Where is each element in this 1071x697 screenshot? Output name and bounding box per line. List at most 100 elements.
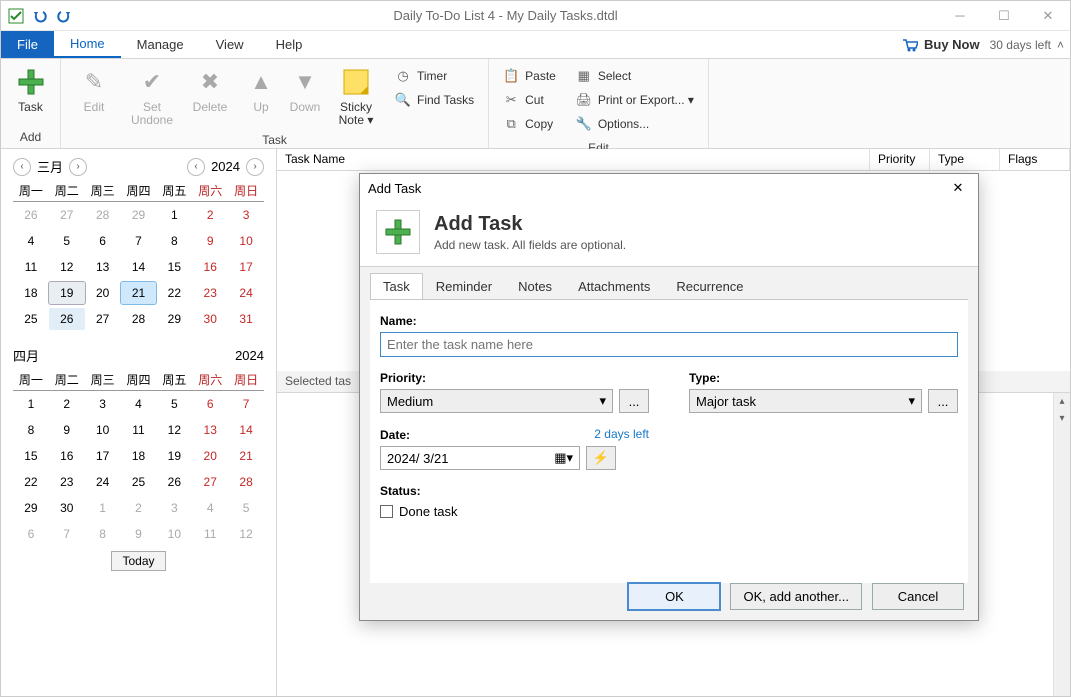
calendar-day[interactable]: 12 <box>156 419 192 441</box>
close-button[interactable]: ✕ <box>1026 2 1070 30</box>
calendar-day[interactable]: 9 <box>192 230 228 252</box>
tab-home[interactable]: Home <box>54 31 121 58</box>
calendar-day[interactable]: 4 <box>121 393 157 415</box>
paste-button[interactable]: 📋Paste <box>499 65 560 87</box>
calendar-dropdown-icon[interactable]: ▦▾ <box>554 450 573 466</box>
calendar-day[interactable]: 14 <box>121 256 157 278</box>
calendar-day[interactable]: 20 <box>192 445 228 467</box>
calendar-day[interactable]: 7 <box>121 230 157 252</box>
prev-month-button[interactable]: ‹ <box>13 158 31 176</box>
find-tasks-button[interactable]: 🔍Find Tasks <box>391 89 478 111</box>
calendar-day[interactable]: 24 <box>228 282 264 304</box>
calendar-day[interactable]: 20 <box>85 282 121 304</box>
calendar-day[interactable]: 10 <box>85 419 121 441</box>
tab-recurrence[interactable]: Recurrence <box>663 273 756 299</box>
scrollbar[interactable]: ▴ ▾ <box>1053 393 1070 696</box>
calendar-day[interactable]: 24 <box>85 471 121 493</box>
calendar-day[interactable]: 12 <box>228 523 264 545</box>
select-button[interactable]: ▦Select <box>572 65 698 87</box>
tab-reminder[interactable]: Reminder <box>423 273 505 299</box>
priority-more-button[interactable]: ... <box>619 389 649 413</box>
calendar-day[interactable]: 13 <box>85 256 121 278</box>
calendar-day[interactable]: 26 <box>156 471 192 493</box>
minimize-button[interactable]: ─ <box>938 2 982 30</box>
calendar-day[interactable]: 19 <box>156 445 192 467</box>
calendar-day[interactable]: 4 <box>192 497 228 519</box>
tab-file[interactable]: File <box>1 31 54 58</box>
ok-add-another-button[interactable]: OK, add another... <box>730 583 862 610</box>
calendar-day[interactable]: 11 <box>13 256 49 278</box>
calendar-day[interactable]: 9 <box>49 419 85 441</box>
calendar-day[interactable]: 3 <box>228 204 264 226</box>
calendar-day[interactable]: 22 <box>13 471 49 493</box>
buy-now-link[interactable]: Buy Now <box>892 31 990 58</box>
col-type[interactable]: Type <box>930 149 1000 170</box>
calendar-day[interactable]: 12 <box>49 256 85 278</box>
calendar-day[interactable]: 29 <box>13 497 49 519</box>
tab-manage[interactable]: Manage <box>121 31 200 58</box>
options-button[interactable]: 🔧Options... <box>572 113 698 135</box>
calendar-day[interactable]: 30 <box>49 497 85 519</box>
maximize-button[interactable]: ☐ <box>982 2 1026 30</box>
calendar-day[interactable]: 11 <box>192 523 228 545</box>
calendar-day[interactable]: 27 <box>49 204 85 226</box>
scroll-down-icon[interactable]: ▾ <box>1054 410 1070 427</box>
calendar-day[interactable]: 3 <box>156 497 192 519</box>
calendar-day[interactable]: 31 <box>228 308 264 330</box>
calendar-day[interactable]: 2 <box>49 393 85 415</box>
cut-button[interactable]: ✂Cut <box>499 89 560 111</box>
date-quickpick-button[interactable]: ⚡ <box>586 446 616 470</box>
calendar-day[interactable]: 1 <box>85 497 121 519</box>
calendar-day[interactable]: 7 <box>49 523 85 545</box>
cancel-button[interactable]: Cancel <box>872 583 964 610</box>
type-more-button[interactable]: ... <box>928 389 958 413</box>
timer-button[interactable]: ◷Timer <box>391 65 478 87</box>
calendar-day[interactable]: 11 <box>121 419 157 441</box>
name-input[interactable] <box>380 332 958 357</box>
scroll-up-icon[interactable]: ▴ <box>1054 393 1070 410</box>
ok-button[interactable]: OK <box>628 583 720 610</box>
delete-button[interactable]: ✖Delete <box>183 63 237 116</box>
add-task-button[interactable]: Task <box>7 63 54 116</box>
calendar-day[interactable]: 26 <box>49 308 85 330</box>
done-checkbox[interactable] <box>380 505 393 518</box>
print-export-button[interactable]: 🖨Print or Export... ▾ <box>572 89 698 111</box>
collapse-ribbon-icon[interactable]: ˄ <box>1057 34 1064 56</box>
calendar-day[interactable]: 15 <box>156 256 192 278</box>
calendar-day[interactable]: 23 <box>192 282 228 304</box>
calendar-day[interactable]: 26 <box>13 204 49 226</box>
calendar-day[interactable]: 25 <box>13 308 49 330</box>
calendar-day[interactable]: 28 <box>121 308 157 330</box>
calendar-day[interactable]: 10 <box>156 523 192 545</box>
calendar-day[interactable]: 18 <box>121 445 157 467</box>
col-flags[interactable]: Flags <box>1000 149 1070 170</box>
calendar-day[interactable]: 16 <box>192 256 228 278</box>
calendar-day[interactable]: 7 <box>228 393 264 415</box>
calendar-day[interactable]: 16 <box>49 445 85 467</box>
calendar-day[interactable]: 2 <box>121 497 157 519</box>
calendar-day[interactable]: 1 <box>13 393 49 415</box>
tab-notes[interactable]: Notes <box>505 273 565 299</box>
calendar-day[interactable]: 25 <box>121 471 157 493</box>
tab-view[interactable]: View <box>200 31 260 58</box>
calendar-day[interactable]: 8 <box>156 230 192 252</box>
today-button[interactable]: Today <box>111 551 165 571</box>
calendar-day[interactable]: 29 <box>156 308 192 330</box>
calendar-day[interactable]: 30 <box>192 308 228 330</box>
calendar-day[interactable]: 13 <box>192 419 228 441</box>
calendar-day[interactable]: 17 <box>85 445 121 467</box>
calendar-day[interactable]: 10 <box>228 230 264 252</box>
calendar-day[interactable]: 27 <box>192 471 228 493</box>
calendar-day[interactable]: 5 <box>228 497 264 519</box>
calendar-day[interactable]: 5 <box>49 230 85 252</box>
calendar-day[interactable]: 19 <box>49 282 85 304</box>
prev-year-button[interactable]: ‹ <box>187 158 205 176</box>
calendar-day[interactable]: 5 <box>156 393 192 415</box>
undo-icon[interactable] <box>31 7 49 25</box>
move-down-button[interactable]: ▼Down <box>285 63 325 116</box>
calendar-day[interactable]: 21 <box>121 282 157 304</box>
calendar-day[interactable]: 8 <box>85 523 121 545</box>
edit-button[interactable]: ✎Edit <box>67 63 121 116</box>
calendar-day[interactable]: 14 <box>228 419 264 441</box>
calendar-day[interactable]: 29 <box>121 204 157 226</box>
